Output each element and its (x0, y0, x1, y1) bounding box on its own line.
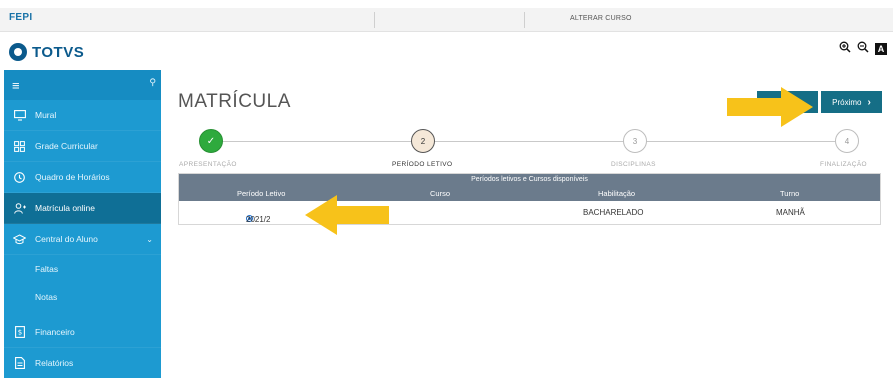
change-course-link[interactable]: ALTERAR CURSO (570, 15, 632, 22)
sidebar-item-label: Quadro de Horários (35, 172, 110, 182)
annotation-arrow-right (727, 87, 813, 127)
periods-table: Períodos letivos e Cursos disponíveis Pe… (178, 173, 881, 225)
sidebar-subitem-notas[interactable]: Notas (4, 283, 161, 311)
clock-icon (13, 171, 26, 184)
sidebar-item-label: Mural (35, 110, 57, 120)
zoom-out-icon[interactable] (857, 41, 869, 56)
step-number: 3 (632, 136, 638, 146)
sidebar-item-label: Central do Aluno (35, 234, 98, 244)
monitor-icon (13, 109, 26, 122)
table-header: Período Letivo Curso Habilitação Turno (179, 185, 880, 201)
totvs-logo[interactable]: TOTVS (9, 42, 84, 62)
sidebar-header: ≡ ⚲ (4, 70, 161, 100)
habilitation-cell: BACHARELADO (583, 208, 644, 217)
grid-icon (13, 140, 26, 153)
step-number: 2 (420, 136, 426, 146)
next-button[interactable]: Próximo › (821, 91, 882, 113)
sidebar-item-financeiro[interactable]: $ Financeiro (4, 317, 161, 348)
sidebar-item-label: Grade Curricular (35, 141, 98, 151)
invoice-icon: $ (13, 326, 26, 339)
table-caption: Períodos letivos e Cursos disponíveis (179, 174, 880, 185)
sidebar-item-label: Financeiro (35, 327, 75, 337)
chevron-down-icon: ⌄ (146, 234, 153, 244)
graduation-cap-icon (13, 233, 26, 246)
annotation-arrow-left (305, 195, 389, 235)
step-finalizacao[interactable]: 4 (835, 129, 859, 153)
column-header: Turno (780, 189, 800, 198)
period-value: 2021/2 (246, 215, 271, 224)
sidebar-item-relatorios[interactable]: Relatórios (4, 348, 161, 378)
institution-name: FEPI (9, 12, 33, 23)
sidebar-item-mural[interactable]: Mural (4, 100, 161, 131)
chevron-right-icon: › (867, 96, 871, 108)
sidebar-item-quadro-de-horarios[interactable]: Quadro de Horários (4, 162, 161, 193)
sidebar-item-central-do-aluno[interactable]: Central do Aluno ⌄ (4, 224, 161, 255)
sidebar-item-matricula-online[interactable]: Matrícula online (4, 193, 161, 224)
report-icon (13, 357, 26, 370)
top-bar: FEPI ALTERAR CURSO (0, 8, 893, 32)
header: TOTVS A (0, 33, 893, 69)
totvs-logo-icon (9, 43, 27, 61)
step-label: PERÍODO LETIVO (392, 161, 453, 168)
divider (524, 12, 525, 28)
svg-text:$: $ (17, 329, 21, 337)
step-label: DISCIPLINAS (611, 161, 656, 168)
table-row[interactable]: 2021/2 BACHARELADO MANHÃ (179, 201, 880, 224)
column-header: Curso (430, 189, 451, 198)
step-apresentacao[interactable]: ✓ (199, 129, 223, 153)
check-icon: ✓ (206, 135, 216, 147)
accessibility-icon[interactable]: A (875, 42, 887, 55)
sidebar-item-label: Matrícula online (35, 203, 96, 213)
step-periodo-letivo[interactable]: 2 (411, 129, 435, 153)
sidebar-item-grade-curricular[interactable]: Grade Curricular (4, 131, 161, 162)
sidebar-subitem-faltas[interactable]: Faltas (4, 255, 161, 283)
menu-icon[interactable]: ≡ (12, 78, 20, 93)
next-button-label: Próximo (832, 97, 862, 107)
logo-text: TOTVS (32, 43, 85, 61)
column-header: Período Letivo (237, 189, 286, 198)
step-number: 4 (844, 136, 850, 146)
sidebar: ≡ ⚲ Mural Grade Curricular Quadro de Hor… (4, 70, 161, 378)
pin-icon[interactable]: ⚲ (149, 77, 156, 88)
sidebar-item-label: Relatórios (35, 358, 74, 368)
shift-cell: MANHÃ (776, 208, 805, 217)
column-header: Habilitação (598, 189, 636, 198)
zoom-in-icon[interactable] (839, 41, 851, 56)
user-add-icon (13, 202, 26, 215)
divider (374, 12, 375, 28)
step-disciplinas[interactable]: 3 (623, 129, 647, 153)
zoom-tools: A (839, 41, 887, 56)
page-title: MATRÍCULA (178, 91, 291, 112)
stepper-track (211, 141, 835, 142)
step-label: FINALIZAÇÃO (820, 161, 868, 168)
step-label: APRESENTAÇÃO (179, 161, 237, 168)
